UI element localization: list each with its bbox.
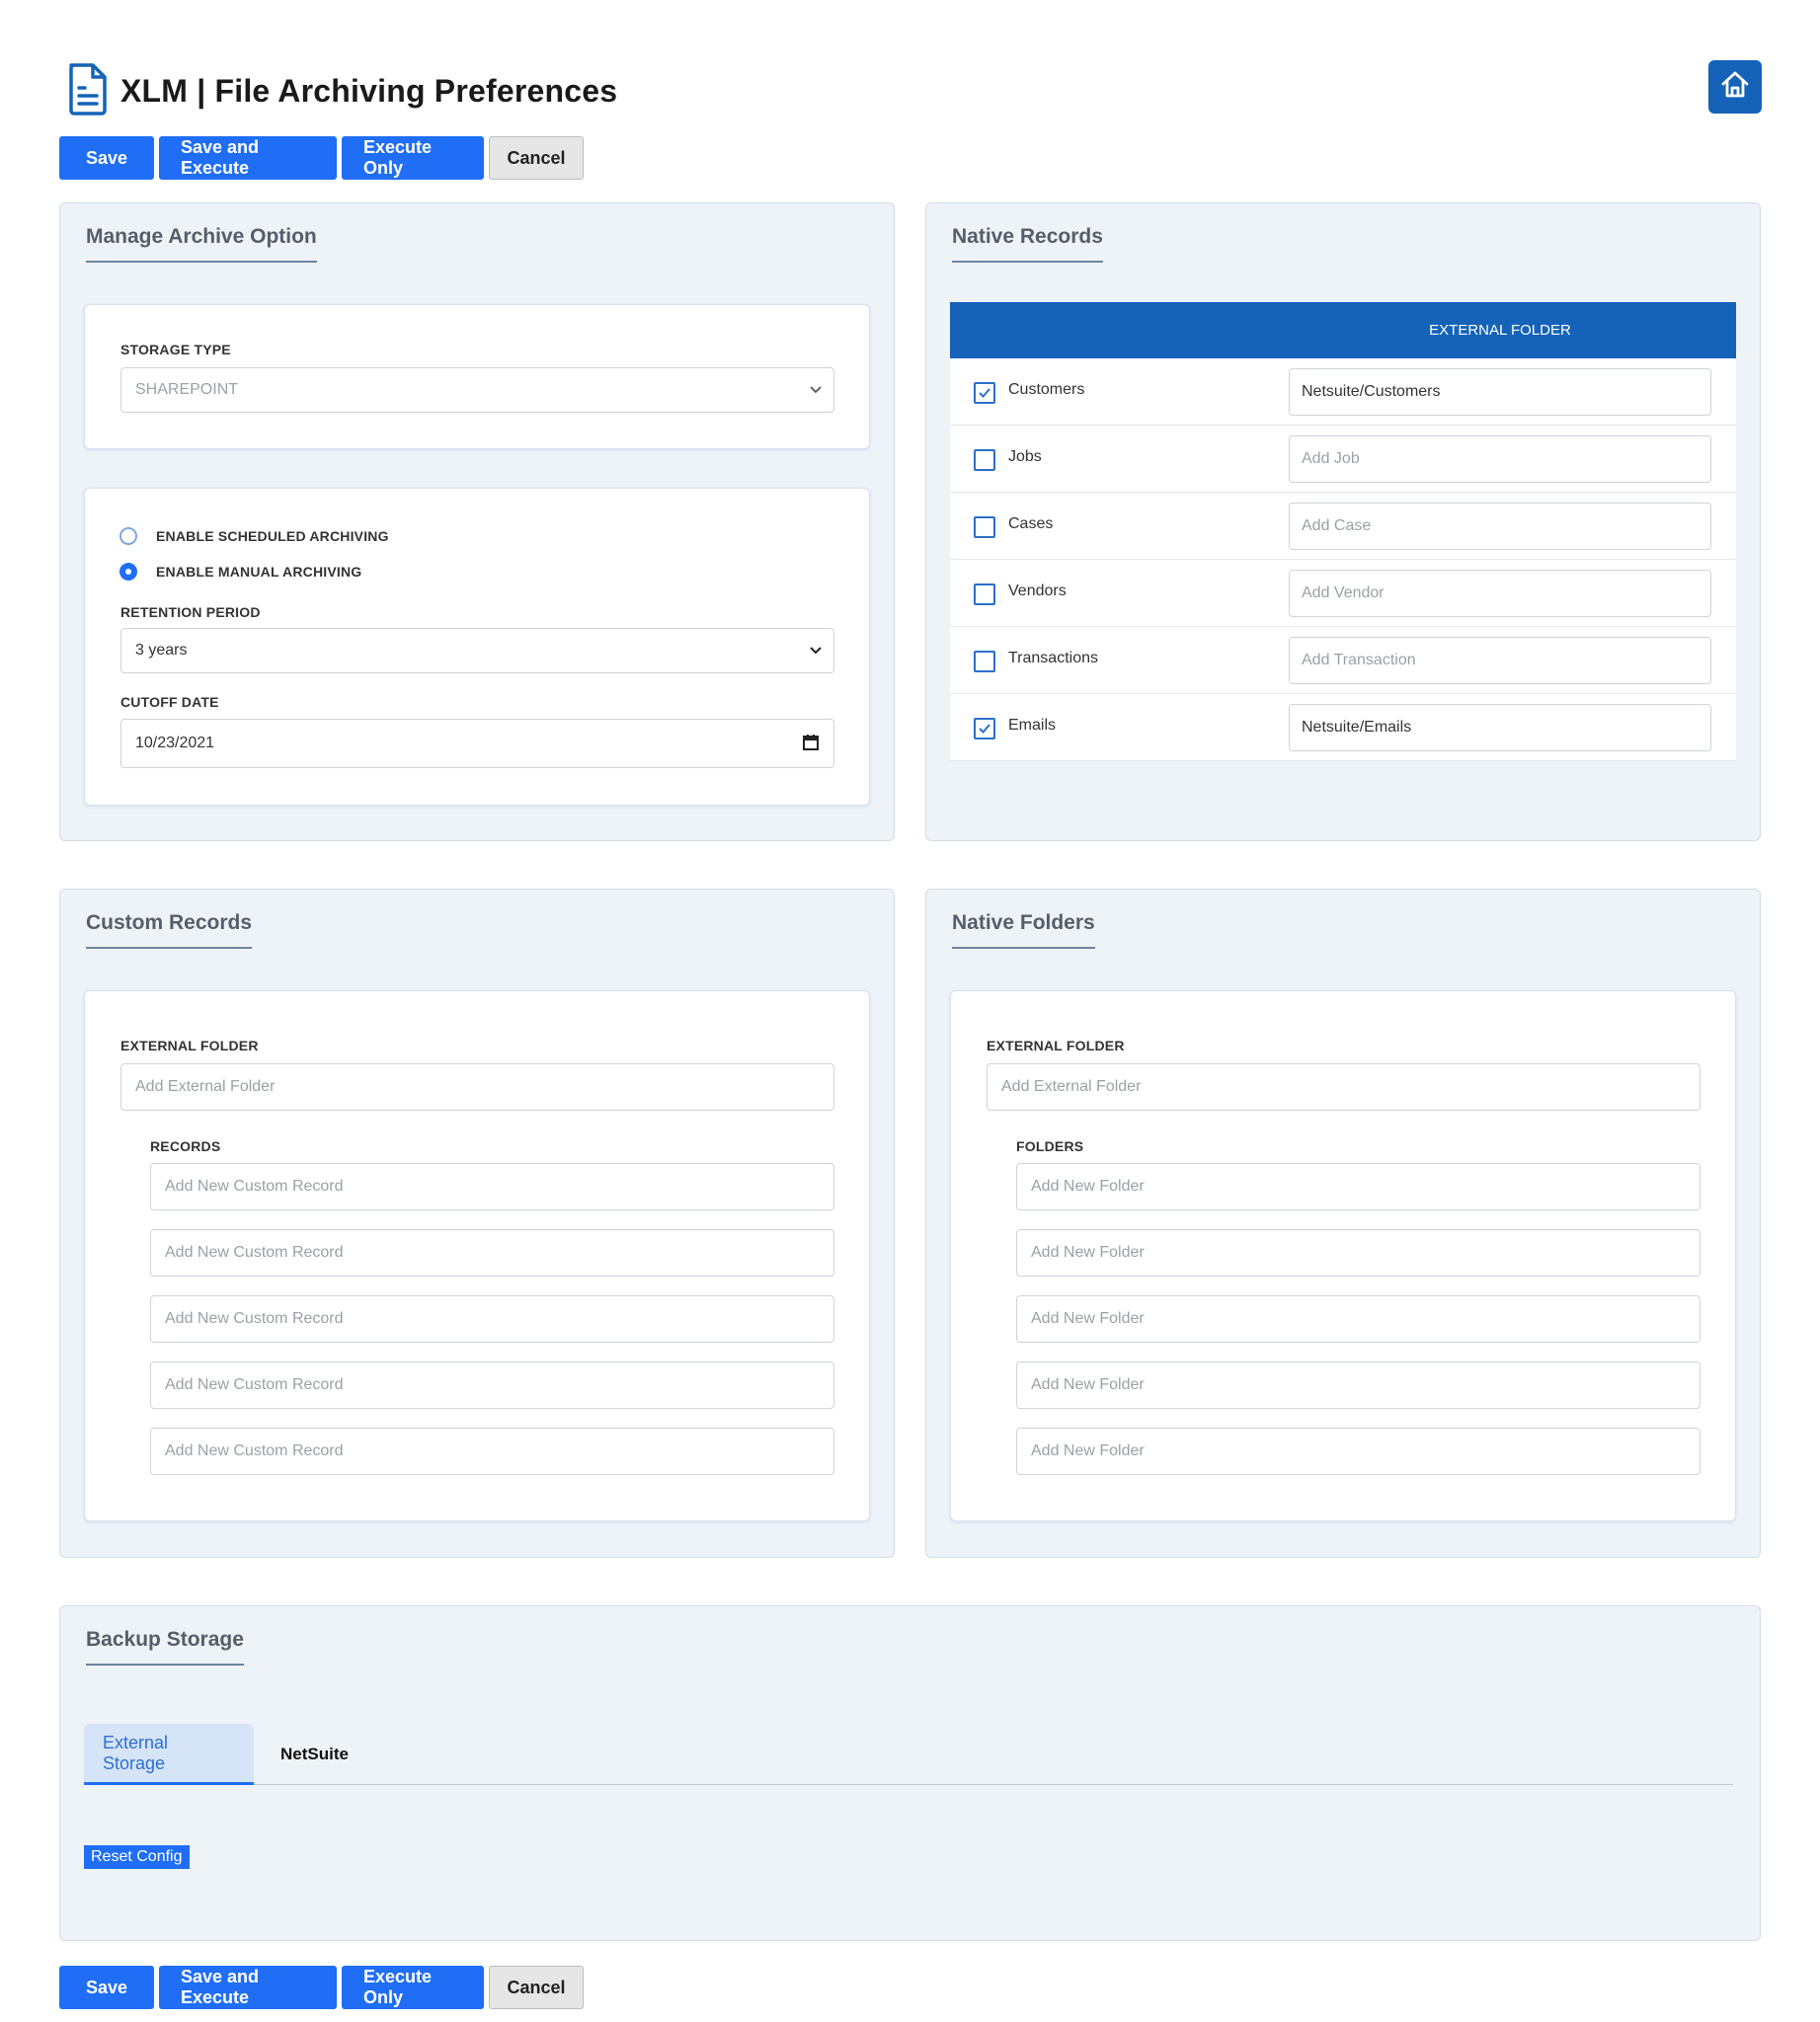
tab-netsuite[interactable]: NetSuite <box>262 1724 367 1785</box>
cutoff-date-label: CUTOFF DATE <box>120 694 219 710</box>
folder-input[interactable]: Add New Folder <box>1016 1229 1701 1277</box>
folder-input[interactable]: Add New Folder <box>1016 1428 1701 1475</box>
storage-type-label: STORAGE TYPE <box>120 342 231 357</box>
manual-archiving-radio[interactable] <box>119 563 137 581</box>
panel-title: Native Folders <box>952 911 1095 949</box>
records-label: RECORDS <box>150 1138 221 1154</box>
folder-input[interactable]: Add New Folder <box>1016 1163 1701 1210</box>
retention-period-select[interactable]: 3 years <box>120 628 834 673</box>
row-label: Transactions <box>1008 650 1098 666</box>
backup-storage-panel: Backup Storage External Storage NetSuite… <box>59 1605 1761 1941</box>
folders-label: FOLDERS <box>1016 1138 1084 1154</box>
transactions-checkbox[interactable] <box>974 651 995 672</box>
custom-record-input[interactable]: Add New Custom Record <box>150 1295 834 1343</box>
custom-external-folder-input[interactable]: Add External Folder <box>120 1063 834 1111</box>
vendors-checkbox[interactable] <box>974 583 995 605</box>
retention-period-label: RETENTION PERIOD <box>120 604 261 620</box>
row-label: Emails <box>1008 717 1057 734</box>
cancel-button[interactable]: Cancel <box>489 1966 584 2009</box>
backup-tabs: External Storage NetSuite <box>84 1724 1733 1785</box>
archiving-mode-card: ENABLE SCHEDULED ARCHIVING ENABLE MANUAL… <box>84 488 870 806</box>
panel-title: Native Records <box>952 225 1103 263</box>
tab-external-storage[interactable]: External Storage <box>84 1724 254 1785</box>
manage-archive-panel: Manage Archive Option STORAGE TYPE SHARE… <box>59 202 895 841</box>
cutoff-date-value: 10/23/2021 <box>135 735 215 751</box>
jobs-checkbox[interactable] <box>974 449 995 471</box>
top-action-bar: Save Save and Execute Execute Only Cance… <box>59 136 584 180</box>
table-row: Emails Netsuite/Emails <box>950 694 1736 761</box>
row-label: Jobs <box>1008 448 1042 465</box>
panel-title: Backup Storage <box>86 1628 244 1666</box>
bottom-action-bar: Save Save and Execute Execute Only Cance… <box>59 1966 584 2009</box>
page: XLM | File Archiving Preferences Save Sa… <box>0 0 1820 2022</box>
row-label: Customers <box>1008 381 1085 398</box>
custom-records-card: EXTERNAL FOLDER Add External Folder RECO… <box>84 990 870 1521</box>
folder-input[interactable]: Add New Folder <box>1016 1295 1701 1343</box>
save-and-execute-button[interactable]: Save and Execute <box>159 136 337 180</box>
custom-record-input[interactable]: Add New Custom Record <box>150 1361 834 1409</box>
folder-input[interactable]: Add New Folder <box>1016 1361 1701 1409</box>
native-external-folder-input[interactable]: Add External Folder <box>987 1063 1701 1111</box>
scheduled-archiving-label: ENABLE SCHEDULED ARCHIVING <box>156 528 389 544</box>
manual-archiving-label: ENABLE MANUAL ARCHIVING <box>156 564 362 580</box>
home-button[interactable] <box>1708 60 1762 114</box>
customers-checkbox[interactable] <box>974 382 995 404</box>
scheduled-archiving-radio[interactable] <box>119 527 137 545</box>
reset-config-button[interactable]: Reset Config <box>84 1845 190 1869</box>
panel-title: Custom Records <box>86 911 253 949</box>
native-folders-card: EXTERNAL FOLDER Add External Folder FOLD… <box>950 990 1736 1521</box>
row-label: Vendors <box>1008 583 1067 599</box>
save-button[interactable]: Save <box>59 1966 154 2009</box>
page-title: XLM | File Archiving Preferences <box>120 73 618 109</box>
cancel-button[interactable]: Cancel <box>489 136 584 180</box>
table-row: Cases Add Case <box>950 493 1736 560</box>
custom-record-input[interactable]: Add New Custom Record <box>150 1428 834 1475</box>
customers-folder-input[interactable]: Netsuite/Customers <box>1289 368 1711 416</box>
save-button[interactable]: Save <box>59 136 154 180</box>
external-folder-label: EXTERNAL FOLDER <box>120 1038 259 1053</box>
custom-record-input[interactable]: Add New Custom Record <box>150 1229 834 1277</box>
table-row: Jobs Add Job <box>950 426 1736 493</box>
table-row: Vendors Add Vendor <box>950 560 1736 627</box>
storage-type-value: SHAREPOINT <box>135 381 239 398</box>
table-row: Customers Netsuite/Customers <box>950 358 1736 426</box>
storage-type-card: STORAGE TYPE SHAREPOINT <box>84 304 870 449</box>
transactions-folder-input[interactable]: Add Transaction <box>1289 637 1711 684</box>
emails-folder-input[interactable]: Netsuite/Emails <box>1289 704 1711 751</box>
native-folders-panel: Native Folders EXTERNAL FOLDER Add Exter… <box>925 889 1761 1558</box>
cases-folder-input[interactable]: Add Case <box>1289 503 1711 550</box>
jobs-folder-input[interactable]: Add Job <box>1289 435 1711 483</box>
emails-checkbox[interactable] <box>974 718 995 739</box>
vendors-folder-input[interactable]: Add Vendor <box>1289 570 1711 617</box>
save-and-execute-button[interactable]: Save and Execute <box>159 1966 337 2009</box>
cases-checkbox[interactable] <box>974 516 995 538</box>
panel-title: Manage Archive Option <box>86 225 317 263</box>
retention-period-value: 3 years <box>135 642 188 659</box>
storage-type-select[interactable]: SHAREPOINT <box>120 367 834 413</box>
row-label: Cases <box>1008 515 1054 532</box>
document-icon <box>65 61 120 121</box>
table-row: Transactions Add Transaction <box>950 627 1736 694</box>
external-folder-column-header: EXTERNAL FOLDER <box>1429 322 1571 339</box>
execute-only-button[interactable]: Execute Only <box>342 1966 484 2009</box>
cutoff-date-input[interactable]: 10/23/2021 <box>120 719 834 768</box>
custom-record-input[interactable]: Add New Custom Record <box>150 1163 834 1210</box>
native-records-panel: Native Records EXTERNAL FOLDER Customers… <box>925 202 1761 841</box>
custom-records-panel: Custom Records EXTERNAL FOLDER Add Exter… <box>59 889 895 1558</box>
home-icon <box>1719 69 1751 106</box>
external-folder-label: EXTERNAL FOLDER <box>987 1038 1125 1053</box>
execute-only-button[interactable]: Execute Only <box>342 136 484 180</box>
page-header: XLM | File Archiving Preferences <box>65 61 617 121</box>
native-records-table-header: EXTERNAL FOLDER <box>950 302 1736 358</box>
